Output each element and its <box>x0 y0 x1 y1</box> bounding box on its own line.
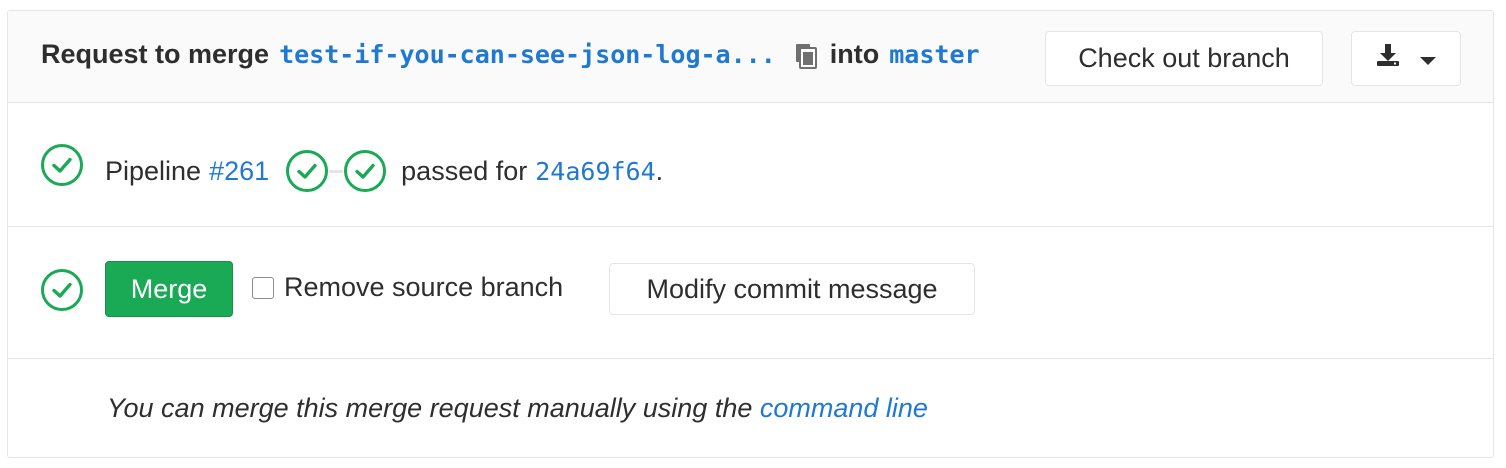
commit-sha-link[interactable]: 24a69f64 <box>535 157 655 186</box>
caret-down-icon <box>1419 43 1437 74</box>
modify-commit-message-button[interactable]: Modify commit message <box>609 263 975 315</box>
command-line-link[interactable]: command line <box>760 393 928 423</box>
command-line-section: You can merge this merge request manuall… <box>8 359 1493 457</box>
pipeline-info: Pipeline #261 passed for 24a69f64 . <box>105 149 663 193</box>
title-prefix: Request to merge <box>41 39 270 69</box>
checkout-branch-button[interactable]: Check out branch <box>1045 31 1323 86</box>
remove-source-branch-label: Remove source branch <box>284 272 564 302</box>
command-line-hint: You can merge this merge request manuall… <box>107 393 928 424</box>
pipeline-status-success-icon[interactable] <box>40 143 84 187</box>
merge-request-title: Request to merge test-if-you-can-see-jso… <box>41 39 980 70</box>
pipeline-id-link[interactable]: #261 <box>209 156 269 187</box>
copy-icon[interactable] <box>790 40 824 70</box>
pipeline-section: Pipeline #261 passed for 24a69f64 . <box>8 103 1493 227</box>
stage-2-success-icon[interactable] <box>343 149 387 193</box>
remove-source-branch-checkbox[interactable] <box>252 276 274 299</box>
stage-1-success-icon[interactable] <box>285 149 329 193</box>
command-line-text: You can merge this merge request manuall… <box>107 393 760 423</box>
download-dropdown-button[interactable] <box>1351 31 1461 86</box>
pipeline-status-text: passed for <box>401 155 528 186</box>
target-branch-link[interactable]: master <box>889 40 979 69</box>
download-icon <box>1375 42 1401 75</box>
source-branch-link[interactable]: test-if-you-can-see-json-log-a... <box>279 40 776 69</box>
merge-request-widget: Request to merge test-if-you-can-see-jso… <box>7 10 1494 458</box>
into-label: into <box>829 39 880 69</box>
pipeline-stages <box>285 149 387 193</box>
stage-connector <box>329 169 344 173</box>
remove-source-branch-option[interactable]: Remove source branch <box>252 272 563 303</box>
pipeline-label: Pipeline <box>105 155 202 186</box>
merge-button[interactable]: Merge <box>105 261 233 317</box>
mr-widget-header: Request to merge test-if-you-can-see-jso… <box>8 11 1493 103</box>
pipeline-period: . <box>655 155 664 186</box>
merge-section: Merge Remove source branch Modify commit… <box>8 227 1493 359</box>
merge-status-success-icon <box>40 268 84 312</box>
